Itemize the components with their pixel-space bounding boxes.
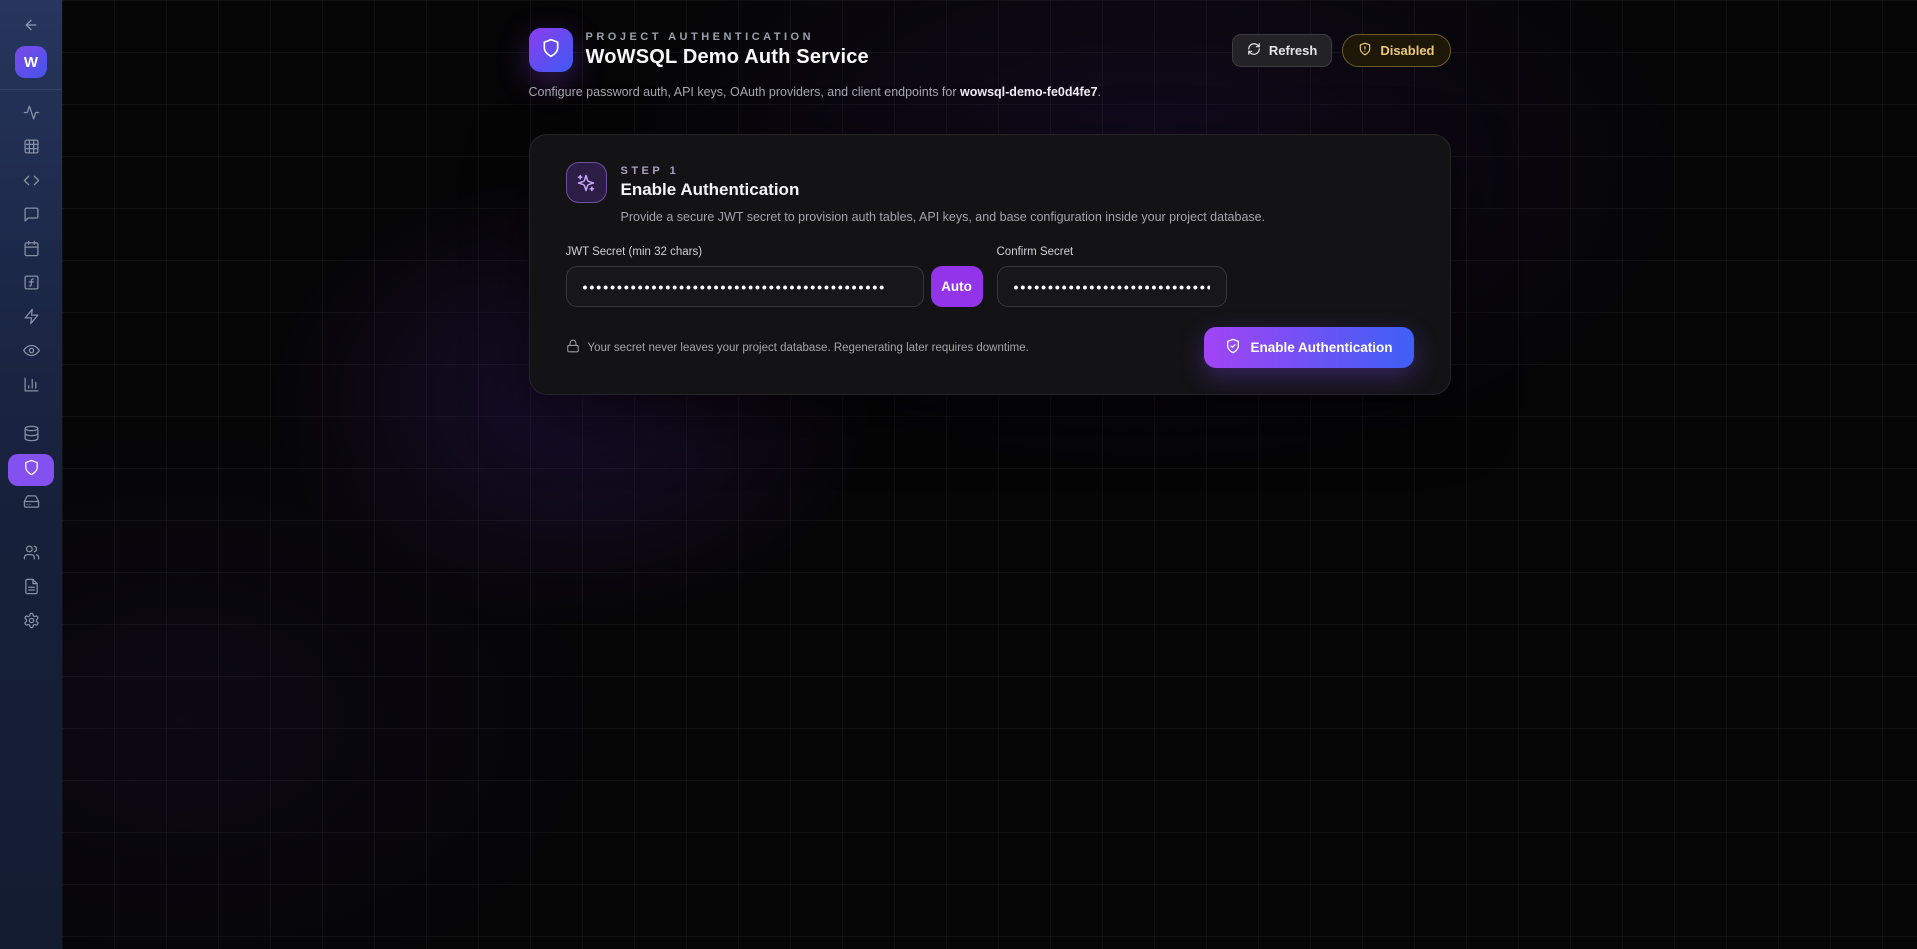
arrow-left-icon (23, 17, 39, 36)
card-description: Provide a secure JWT secret to provision… (621, 210, 1414, 224)
sidebar-item-settings[interactable] (8, 606, 54, 640)
jwt-secret-row: Auto (566, 266, 983, 307)
sidebar-item-docs[interactable] (8, 572, 54, 606)
settings-icon (23, 612, 40, 634)
confirm-secret-input[interactable] (997, 266, 1227, 307)
shield-check-icon (1225, 338, 1241, 357)
card-footer: Your secret never leaves your project da… (566, 327, 1414, 368)
message-square-icon (23, 206, 40, 228)
function-square-icon (23, 274, 40, 296)
users-icon (23, 544, 40, 566)
secret-note-text: Your secret never leaves your project da… (588, 342, 1029, 354)
refresh-button[interactable]: Refresh (1232, 34, 1332, 67)
secret-note: Your secret never leaves your project da… (566, 339, 1029, 356)
status-badge[interactable]: Disabled (1342, 34, 1450, 67)
activity-icon (23, 104, 40, 126)
back-button[interactable] (19, 14, 43, 38)
enable-authentication-button[interactable]: Enable Authentication (1204, 327, 1413, 368)
status-label: Disabled (1380, 43, 1434, 58)
sidebar-item-analytics[interactable] (8, 370, 54, 404)
code-icon (23, 172, 40, 194)
sidebar-item-users[interactable] (8, 538, 54, 572)
sidebar: W (0, 0, 62, 949)
auto-generate-button[interactable]: Auto (931, 266, 983, 307)
enable-auth-card: STEP 1 Enable Authentication Provide a s… (529, 134, 1451, 395)
sidebar-item-database[interactable] (8, 419, 54, 453)
eye-icon (23, 342, 40, 364)
sidebar-item-authentication[interactable] (8, 454, 54, 486)
main-area: PROJECT AUTHENTICATION WoWSQL Demo Auth … (62, 0, 1917, 949)
jwt-secret-input[interactable] (566, 266, 924, 307)
project-auth-icon (529, 28, 573, 72)
card-header: STEP 1 Enable Authentication (566, 162, 1414, 203)
card-titles: STEP 1 Enable Authentication (621, 165, 800, 200)
header-titles: PROJECT AUTHENTICATION WoWSQL Demo Auth … (586, 31, 869, 69)
shield-icon (23, 459, 40, 481)
shield-icon (541, 38, 561, 63)
sidebar-item-chat[interactable] (8, 200, 54, 234)
refresh-icon (1247, 42, 1261, 59)
sidebar-item-sql-editor[interactable] (8, 166, 54, 200)
jwt-secret-label: JWT Secret (min 32 chars) (566, 246, 983, 258)
refresh-label: Refresh (1269, 43, 1317, 58)
page-subtitle: Configure password auth, API keys, OAuth… (529, 85, 1451, 99)
shield-alert-icon (1358, 42, 1372, 59)
zap-icon (23, 308, 40, 330)
calendar-icon (23, 240, 40, 262)
confirm-secret-label: Confirm Secret (997, 246, 1414, 258)
sparkles-icon (566, 162, 607, 203)
card-title: Enable Authentication (621, 180, 800, 200)
jwt-secret-field-group: JWT Secret (min 32 chars) Auto (566, 246, 983, 307)
app-logo[interactable]: W (15, 46, 47, 78)
enable-authentication-label: Enable Authentication (1250, 340, 1392, 355)
step-eyebrow: STEP 1 (621, 165, 800, 177)
sidebar-item-tables[interactable] (8, 132, 54, 166)
sidebar-item-realtime[interactable] (8, 336, 54, 370)
database-icon (23, 425, 40, 447)
sidebar-item-storage[interactable] (8, 487, 54, 521)
page-title: WoWSQL Demo Auth Service (586, 46, 869, 69)
content-column: PROJECT AUTHENTICATION WoWSQL Demo Auth … (529, 0, 1451, 395)
sidebar-item-edge[interactable] (8, 302, 54, 336)
secret-fields: JWT Secret (min 32 chars) Auto Confirm S… (566, 246, 1414, 307)
header-actions: Refresh Disabled (1232, 34, 1451, 67)
table-icon (23, 138, 40, 160)
confirm-secret-field-group: Confirm Secret (997, 246, 1414, 307)
sidebar-item-schedules[interactable] (8, 234, 54, 268)
app-root: W (0, 0, 1917, 949)
sidebar-nav (8, 90, 54, 640)
lock-icon (566, 339, 580, 356)
bar-chart-icon (23, 376, 40, 398)
page-eyebrow: PROJECT AUTHENTICATION (586, 31, 869, 43)
sidebar-item-activity[interactable] (8, 98, 54, 132)
hard-drive-icon (23, 493, 40, 515)
project-id: wowsql-demo-fe0d4fe7 (960, 85, 1098, 99)
sidebar-item-functions[interactable] (8, 268, 54, 302)
page-header: PROJECT AUTHENTICATION WoWSQL Demo Auth … (529, 28, 1451, 72)
file-text-icon (23, 578, 40, 600)
